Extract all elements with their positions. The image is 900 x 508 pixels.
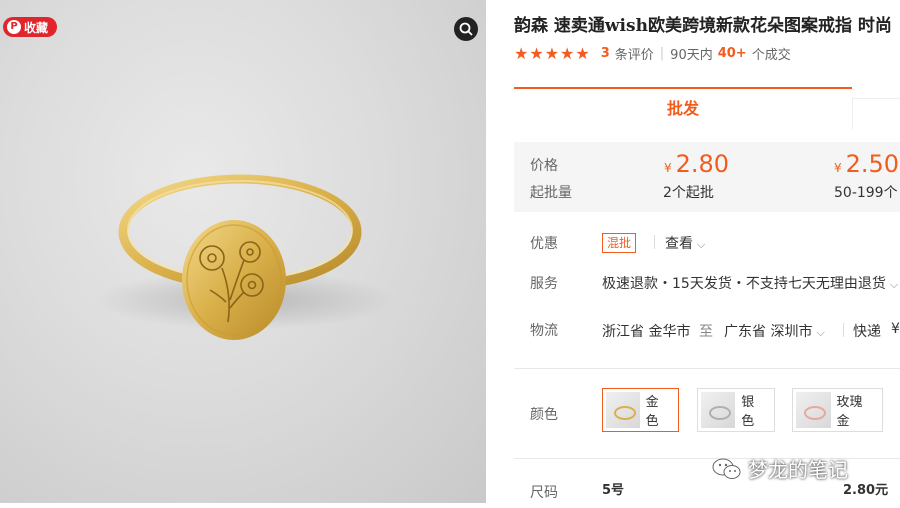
size-price: 2.80元 bbox=[843, 483, 889, 498]
deal-count: 40+ bbox=[717, 46, 747, 61]
watermark-text: 梦龙的笔记 bbox=[748, 458, 848, 482]
promo-view-link[interactable]: 查看 ⌵ bbox=[665, 233, 705, 253]
ring-illustration bbox=[95, 174, 395, 340]
color-option-gold[interactable]: 金色 bbox=[602, 388, 679, 432]
tier-price: ¥2.50 bbox=[834, 150, 899, 178]
ship-method: 快递 bbox=[853, 324, 881, 340]
ship-fee: ¥ bbox=[891, 321, 900, 337]
tier-price-value: 2.50 bbox=[845, 150, 900, 178]
favorite-badge[interactable]: P 收藏 bbox=[3, 17, 58, 37]
logistics-label: 物流 bbox=[530, 323, 558, 339]
review-count[interactable]: 3 bbox=[601, 46, 610, 61]
zoom-icon bbox=[459, 22, 473, 36]
service-label: 服务 bbox=[530, 276, 558, 292]
pinterest-icon: P bbox=[7, 20, 21, 34]
section-divider bbox=[514, 368, 900, 369]
star-icon: ★ bbox=[560, 43, 575, 63]
favorite-label: 收藏 bbox=[24, 20, 49, 35]
ship-to-word: 至 bbox=[699, 324, 713, 340]
product-title: 韵森 速卖通wish欧美跨境新款花朵图案戒指 时尚 bbox=[514, 16, 892, 36]
mixed-batch-tag: 混批 bbox=[602, 233, 637, 253]
rating-row: ★ ★ ★ ★ ★ 3 条评价 | 90天内 40+ 个成交 bbox=[514, 44, 791, 63]
service-text-value: 极速退款・15天发货・不支持七天无理由退货 bbox=[602, 276, 886, 292]
star-icon: ★ bbox=[529, 43, 544, 63]
service-text[interactable]: 极速退款・15天发货・不支持七天无理由退货 ⌵ bbox=[602, 273, 898, 293]
color-label: 颜色 bbox=[530, 407, 558, 423]
ship-to-value: 广东省 深圳市 bbox=[724, 324, 813, 340]
star-icon: ★ bbox=[544, 43, 560, 63]
tier-price: ¥2.80 bbox=[664, 150, 729, 178]
tier-price-value: 2.80 bbox=[675, 150, 730, 178]
currency-symbol: ¥ bbox=[664, 161, 672, 175]
chevron-down-icon: ⌵ bbox=[816, 326, 825, 339]
promo-view-text: 查看 bbox=[665, 236, 693, 252]
color-option-label: 金色 bbox=[645, 395, 659, 429]
zoom-button[interactable] bbox=[454, 17, 478, 41]
watermark: 梦龙的笔记 bbox=[712, 454, 848, 483]
size-label: 尺码 bbox=[530, 485, 558, 501]
color-option-silver[interactable]: 银色 bbox=[697, 388, 775, 432]
color-option-label: 银色 bbox=[741, 395, 755, 429]
product-image[interactable]: P 收藏 bbox=[0, 0, 486, 503]
divider: | bbox=[659, 46, 665, 61]
deal-period: 90天内 bbox=[670, 48, 713, 63]
color-thumbnail bbox=[796, 392, 831, 428]
deal-count-suffix: 个成交 bbox=[751, 48, 791, 63]
chevron-down-icon: ⌵ bbox=[889, 278, 899, 291]
review-count-suffix[interactable]: 条评价 bbox=[615, 44, 654, 63]
size-value: 5号 bbox=[602, 483, 625, 498]
price-label: 价格 bbox=[530, 158, 558, 174]
rating-stars: ★ ★ ★ ★ ★ bbox=[514, 43, 591, 63]
ship-to-select[interactable]: 广东省 深圳市 ⌵ bbox=[724, 321, 825, 341]
min-qty-label: 起批量 bbox=[530, 185, 572, 201]
tab-wholesale[interactable]: 批发 bbox=[514, 89, 852, 129]
color-option-rose-gold[interactable]: 玫瑰金 bbox=[792, 388, 883, 432]
color-thumbnail bbox=[701, 392, 736, 428]
star-icon: ★ bbox=[514, 43, 529, 63]
wechat-icon bbox=[712, 458, 741, 479]
color-option-label: 玫瑰金 bbox=[836, 395, 863, 429]
chevron-down-icon: ⌵ bbox=[697, 238, 706, 251]
divider bbox=[843, 323, 844, 337]
color-thumbnail bbox=[606, 392, 640, 428]
divider bbox=[654, 235, 655, 249]
promo-label: 优惠 bbox=[530, 236, 558, 252]
tier-qty: 2个起批 bbox=[663, 185, 714, 201]
tier-qty: 50-199个 bbox=[834, 185, 898, 201]
ship-from: 浙江省 金华市 bbox=[602, 324, 691, 340]
price-box: 价格 起批量 ¥2.80 2个起批 ¥2.50 50-199个 bbox=[514, 142, 900, 212]
currency-symbol: ¥ bbox=[834, 161, 842, 175]
tab-other[interactable] bbox=[852, 98, 900, 129]
star-icon: ★ bbox=[575, 43, 590, 63]
